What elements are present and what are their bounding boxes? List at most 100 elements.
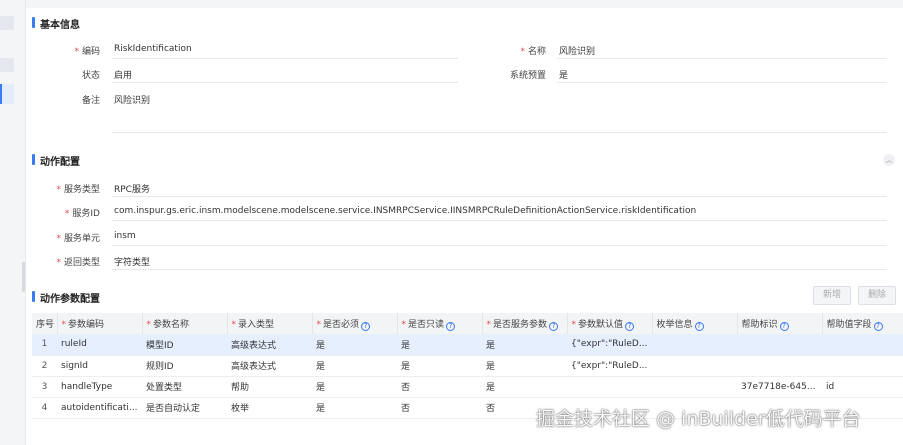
service-type-field[interactable]: RPC服务 (114, 182, 150, 195)
divider (112, 58, 458, 59)
required-mark: * (571, 319, 577, 330)
watermark: 掘金技术社区 @ inBuilder低代码平台 (536, 408, 861, 430)
cell-seq: 3 (32, 376, 57, 398)
system-preset-field[interactable]: 是 (559, 68, 568, 81)
cell-service-param[interactable]: 是 (482, 376, 567, 398)
help-icon[interactable]: ? (694, 321, 704, 331)
col-seq: 序号 (32, 313, 58, 334)
cell-input-type[interactable]: 帮助 (227, 376, 312, 398)
cell-help-field[interactable] (822, 355, 903, 377)
return-type-field[interactable]: 字符类型 (114, 255, 150, 268)
status-label: 状态 (81, 71, 100, 81)
service-unit-label-text: 服务单元 (63, 234, 100, 244)
col-enum-text: 枚举信息 (656, 319, 693, 330)
cell-name[interactable]: 模型ID (142, 334, 227, 356)
cell-help-id[interactable] (737, 355, 822, 377)
cell-readonly[interactable]: 是 (397, 355, 482, 377)
help-icon[interactable]: ? (625, 321, 635, 331)
col-help-id[interactable]: 帮助标识? (737, 313, 823, 334)
add-button[interactable]: 新增 (813, 286, 851, 305)
cell-help-field[interactable]: id (822, 376, 903, 398)
divider (112, 82, 458, 83)
cell-help-field[interactable] (822, 334, 903, 356)
cell-enum[interactable] (652, 355, 737, 377)
sidebar-item-active[interactable] (0, 84, 14, 104)
table-row[interactable]: 1 ruleId 模型ID 高级表达式 是 是 是 {"expr":"RuleD… (32, 334, 903, 356)
divider (112, 132, 887, 133)
return-type-label-text: 返回类型 (63, 258, 100, 268)
cell-input-type[interactable]: 枚举 (227, 397, 312, 419)
cell-default[interactable] (567, 376, 652, 398)
col-service-param-text: 是否服务参数 (493, 319, 548, 330)
system-preset-label: 系统预置 (509, 71, 546, 81)
cell-code[interactable]: signId (57, 355, 142, 377)
cell-input-type[interactable]: 高级表达式 (227, 355, 312, 377)
cell-readonly[interactable]: 否 (397, 376, 482, 398)
col-name[interactable]: * 参数名称 (142, 313, 228, 334)
cell-required[interactable]: 是 (312, 334, 397, 356)
required-mark: * (61, 320, 67, 330)
cell-seq: 4 (32, 397, 57, 419)
col-code[interactable]: * 参数编码 (57, 313, 143, 334)
service-id-field[interactable]: com.inspur.gs.eric.insm.modelscene.model… (114, 206, 696, 216)
col-input-type[interactable]: * 录入类型 (227, 313, 313, 334)
table-row[interactable]: 3 handleType 处置类型 帮助 是 否 是 37e7718e-645.… (32, 376, 903, 398)
col-readonly[interactable]: * 是否只读? (397, 313, 483, 334)
col-help-field[interactable]: 帮助值字段? (822, 313, 903, 334)
cell-help-id[interactable] (737, 334, 822, 356)
cell-enum[interactable] (652, 376, 737, 398)
section-title-action-config: 动作配置 (32, 153, 80, 168)
cell-readonly[interactable]: 是 (397, 334, 482, 356)
cell-code[interactable]: ruleId (57, 334, 142, 356)
help-icon[interactable]: ? (779, 321, 789, 331)
cell-input-type[interactable]: 高级表达式 (227, 334, 312, 356)
divider (557, 82, 887, 83)
cell-name[interactable]: 规则ID (142, 355, 227, 377)
remark-field[interactable]: 风险识别 (114, 93, 150, 106)
col-input-type-text: 录入类型 (238, 320, 275, 330)
col-enum[interactable]: 枚举信息? (652, 313, 738, 334)
top-strip (26, 0, 903, 8)
col-default[interactable]: * 参数默认值? (567, 313, 653, 334)
cell-name[interactable]: 处置类型 (142, 376, 227, 398)
cell-readonly[interactable]: 否 (397, 397, 482, 419)
cell-name[interactable]: 是否自动认定 (142, 397, 227, 419)
required-mark: * (64, 209, 70, 219)
resize-handle[interactable] (22, 262, 25, 292)
cell-service-param[interactable]: 是 (482, 355, 567, 377)
cell-default[interactable]: {"expr":"RuleD... (567, 355, 652, 377)
delete-button[interactable]: 删除 (858, 286, 896, 305)
required-mark: * (74, 47, 79, 57)
help-icon[interactable]: ? (549, 321, 559, 331)
cell-required[interactable]: 是 (312, 397, 397, 419)
required-mark: * (520, 47, 525, 57)
code-field[interactable]: RiskIdentification (114, 44, 192, 54)
required-mark: * (56, 234, 61, 244)
cell-help-id[interactable]: 37e7718e-645... (737, 376, 822, 398)
sidebar-item[interactable] (0, 58, 14, 72)
cell-code[interactable]: handleType (57, 376, 142, 398)
service-unit-field[interactable]: insm (114, 231, 136, 241)
status-field[interactable]: 启用 (114, 68, 132, 81)
cell-enum[interactable] (652, 334, 737, 356)
return-type-label: * 返回类型 (40, 255, 100, 268)
help-icon[interactable]: ? (873, 321, 883, 331)
name-field[interactable]: 风险识别 (559, 44, 595, 57)
service-type-label-text: 服务类型 (63, 185, 100, 195)
cell-required[interactable]: 是 (312, 355, 397, 377)
params-table: 序号 * 参数编码 * 参数名称 * 录入类型 * 是否必须? * 是否只读? * 是否服务… (32, 313, 903, 419)
cell-required[interactable]: 是 (312, 376, 397, 398)
service-id-label: * 服务ID (40, 206, 100, 219)
sidebar-item[interactable] (0, 16, 14, 30)
col-service-param[interactable]: * 是否服务参数? (482, 313, 568, 334)
chevron-up-icon[interactable]: ︿ (883, 154, 895, 166)
detail-panel: 基本信息 * 编码 RiskIdentification * 名称 风险识别 状态 … (26, 0, 903, 445)
cell-default[interactable]: {"expr":"RuleD... (567, 334, 652, 356)
col-help-field-text: 帮助值字段 (826, 319, 872, 330)
table-row[interactable]: 2 signId 规则ID 高级表达式 是 是 是 {"expr":"RuleD… (32, 355, 903, 377)
cell-service-param[interactable]: 是 (482, 334, 567, 356)
help-icon[interactable]: ? (446, 321, 456, 331)
cell-code[interactable]: autoidentificati... (57, 397, 142, 419)
col-required[interactable]: * 是否必须? (312, 313, 398, 334)
help-icon[interactable]: ? (361, 321, 371, 331)
